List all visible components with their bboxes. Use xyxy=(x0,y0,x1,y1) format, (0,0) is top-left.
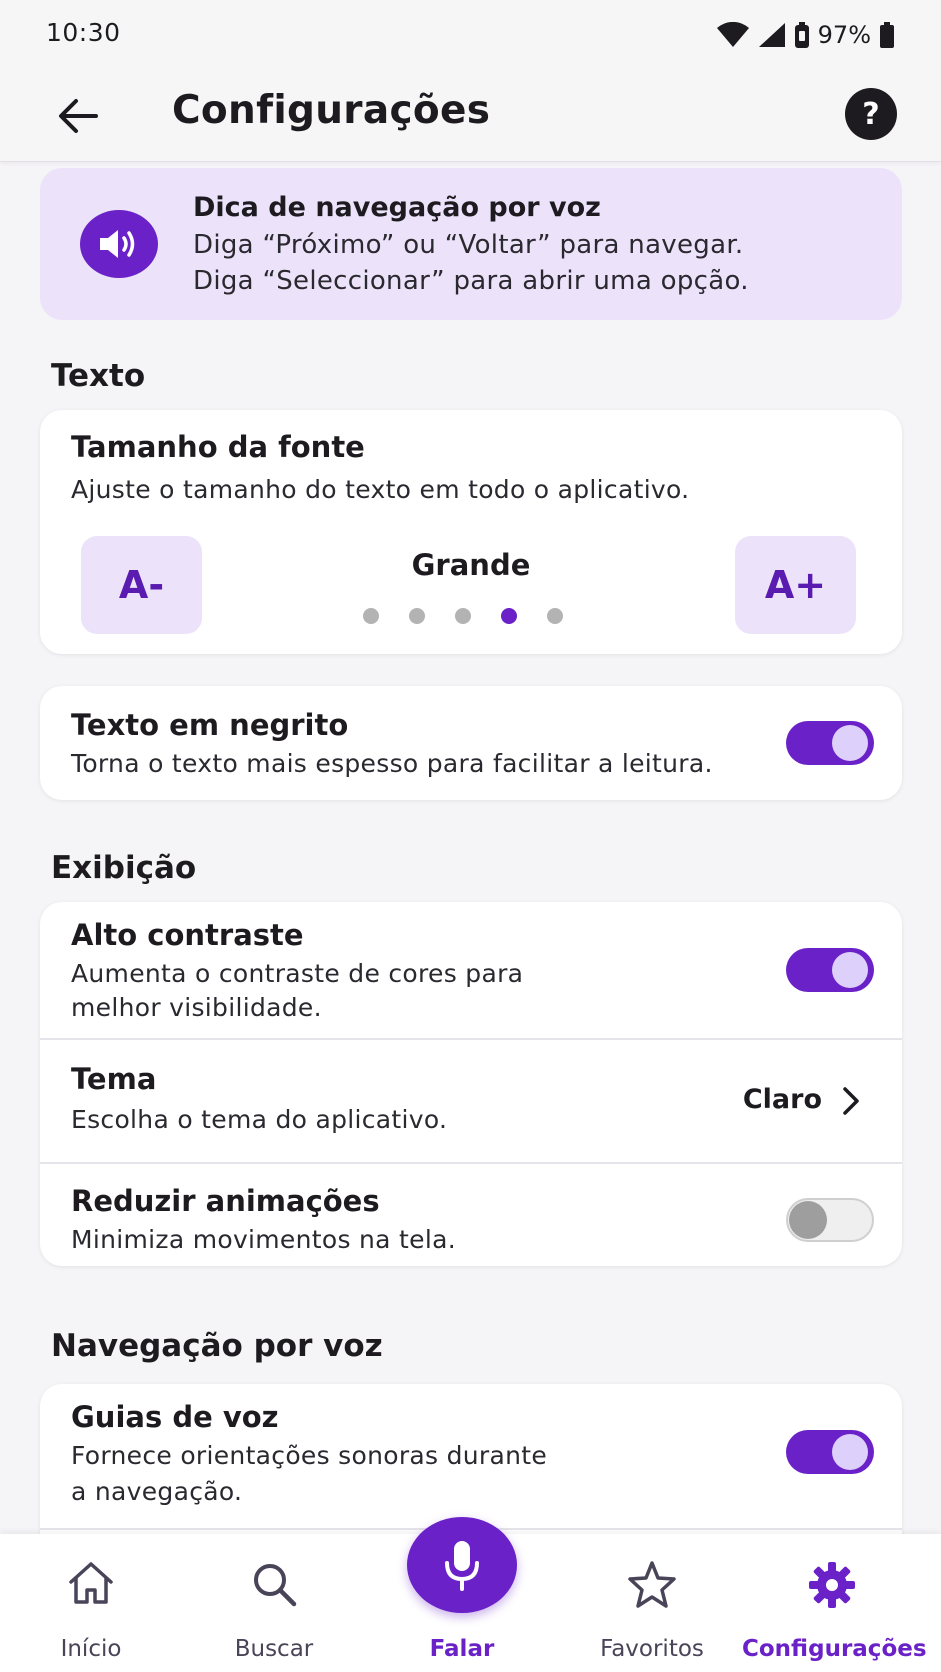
nav-favorites[interactable]: Favoritos xyxy=(590,1534,714,1672)
star-icon xyxy=(628,1561,676,1608)
search-icon xyxy=(254,1564,297,1607)
reduce-motion-description: Minimiza movimentos na tela. xyxy=(71,1225,456,1254)
high-contrast-description-1: Aumenta o contraste de cores para xyxy=(71,959,524,988)
signal-icon xyxy=(758,23,785,47)
font-size-level-dot xyxy=(409,608,425,624)
voice-guides-row[interactable]: Guias de voz Fornece orientações sonoras… xyxy=(40,1384,902,1524)
high-contrast-toggle[interactable] xyxy=(786,948,874,992)
status-bar: 10:30 97% xyxy=(0,0,941,70)
battery-percent: 97% xyxy=(817,21,871,49)
reduce-motion-toggle[interactable] xyxy=(786,1198,874,1242)
voice-guides-description-2: a navegação. xyxy=(71,1477,243,1506)
nav-settings-label: Configurações xyxy=(742,1636,927,1662)
voice-tip-card: Dica de navegação por voz Diga “Próximo”… xyxy=(40,168,902,320)
gear-icon xyxy=(809,1562,855,1608)
font-size-title: Tamanho da fonte xyxy=(71,430,365,464)
speaker-icon xyxy=(80,210,158,278)
reduce-motion-row[interactable]: Reduzir animações Minimiza movimentos na… xyxy=(40,1164,902,1266)
increase-font-button[interactable]: A+ xyxy=(735,536,856,634)
reduce-motion-title: Reduzir animações xyxy=(71,1184,380,1218)
battery-saver-icon xyxy=(794,22,809,48)
font-size-indicator xyxy=(363,608,583,624)
theme-description: Escolha o tema do aplicativo. xyxy=(71,1105,448,1134)
status-icons: 97% xyxy=(716,18,895,52)
high-contrast-row[interactable]: Alto contraste Aumenta o contraste de co… xyxy=(40,902,902,1038)
back-button[interactable] xyxy=(50,90,106,142)
voice-guides-toggle[interactable] xyxy=(786,1430,874,1474)
section-title-voice: Navegação por voz xyxy=(51,1328,383,1364)
bold-text-description: Torna o texto mais espesso para facilita… xyxy=(71,749,713,778)
home-icon xyxy=(69,1562,113,1604)
font-size-level-dot xyxy=(455,608,471,624)
theme-value: Claro xyxy=(742,1084,822,1115)
nav-home-label: Início xyxy=(60,1636,122,1662)
voice-guides-title: Guias de voz xyxy=(71,1400,279,1434)
font-size-level-dot xyxy=(501,608,517,624)
nav-search-label: Buscar xyxy=(234,1636,314,1662)
nav-favorites-label: Favoritos xyxy=(600,1636,704,1662)
voice-guides-description-1: Fornece orientações sonoras durante xyxy=(71,1441,548,1470)
font-size-description: Ajuste o tamanho do texto em todo o apli… xyxy=(71,475,690,504)
tip-title: Dica de navegação por voz xyxy=(193,192,601,223)
speak-fab-button[interactable] xyxy=(407,1517,517,1613)
chevron-right-icon xyxy=(843,1087,859,1115)
nav-settings[interactable]: Configurações xyxy=(742,1534,927,1672)
bold-text-toggle[interactable] xyxy=(786,721,874,765)
font-size-level-dot xyxy=(363,608,379,624)
arrow-back-icon xyxy=(59,99,98,133)
high-contrast-description-2: melhor visibilidade. xyxy=(71,993,322,1022)
settings-content[interactable]: Dica de navegação por voz Diga “Próximo”… xyxy=(0,162,941,1534)
app-bar: Configurações ? xyxy=(0,70,941,162)
wifi-icon xyxy=(716,22,749,47)
page-title: Configurações xyxy=(172,88,491,133)
section-title-text: Texto xyxy=(51,358,146,394)
font-size-card: Tamanho da fonte Ajuste o tamanho do tex… xyxy=(40,410,902,654)
tip-line-1: Diga “Próximo” ou “Voltar” para navegar. xyxy=(193,230,744,260)
tip-line-2: Diga “Seleccionar” para abrir uma opção. xyxy=(193,266,749,296)
nav-home[interactable]: Início xyxy=(40,1534,142,1672)
section-title-display: Exibição xyxy=(51,850,197,886)
microphone-icon xyxy=(445,1541,479,1591)
display-card: Alto contraste Aumenta o contraste de co… xyxy=(40,902,902,1266)
bold-text-title: Texto em negrito xyxy=(71,708,349,742)
theme-row[interactable]: Tema Escolha o tema do aplicativo. Claro xyxy=(40,1040,902,1162)
help-button[interactable]: ? xyxy=(845,88,897,140)
theme-title: Tema xyxy=(71,1062,157,1096)
nav-speak-label: Falar xyxy=(429,1636,495,1662)
battery-icon xyxy=(880,22,894,48)
font-size-level-dot xyxy=(547,608,563,624)
help-icon: ? xyxy=(862,96,880,132)
nav-search[interactable]: Buscar xyxy=(212,1534,336,1672)
voice-card: Guias de voz Fornece orientações sonoras… xyxy=(40,1384,902,1534)
bold-text-card[interactable]: Texto em negrito Torna o texto mais espe… xyxy=(40,686,902,800)
high-contrast-title: Alto contraste xyxy=(71,918,304,952)
status-time: 10:30 xyxy=(46,18,121,47)
